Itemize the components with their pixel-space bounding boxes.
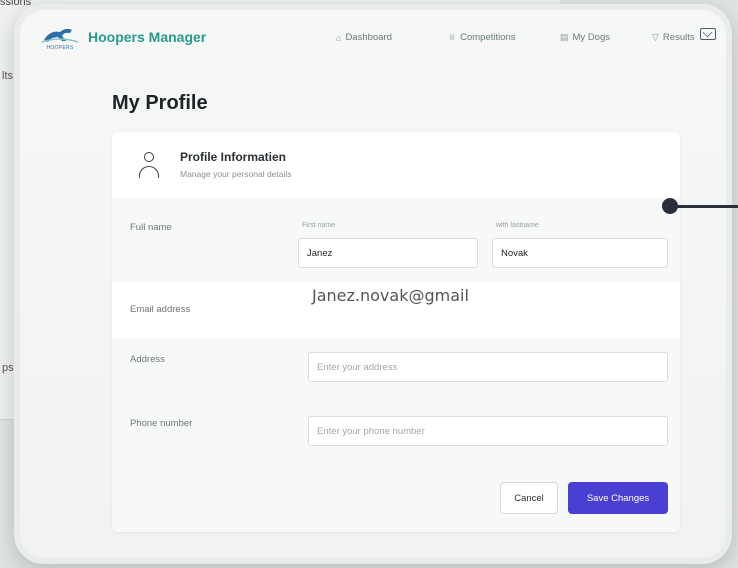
address-label: Address bbox=[130, 354, 165, 365]
phone-label: Phone number bbox=[130, 418, 193, 429]
nav-results[interactable]: ▽ Results bbox=[652, 32, 695, 43]
tablet-frame: HOOPERS Hoopers Manager ⌂ Dashboard ♕ Co… bbox=[14, 4, 732, 564]
nav-competitions-label: Competitions bbox=[460, 32, 516, 43]
top-navigation-bar: HOOPERS Hoopers Manager ⌂ Dashboard ♕ Co… bbox=[20, 10, 726, 68]
annotation-pointer-line bbox=[676, 205, 738, 208]
nav-results-label: Results bbox=[662, 32, 695, 43]
app-screen: HOOPERS Hoopers Manager ⌂ Dashboard ♕ Co… bbox=[20, 10, 726, 558]
background-title-fragment: ssions bbox=[0, 0, 32, 8]
nav-my-dogs[interactable]: ▤ My Dogs bbox=[560, 32, 610, 43]
email-label: Email address bbox=[130, 304, 191, 315]
last-name-label: with lastname bbox=[496, 222, 539, 229]
nav-dashboard-label: Dashboard bbox=[345, 32, 392, 43]
last-name-input[interactable]: Novak bbox=[492, 238, 668, 268]
save-changes-button[interactable]: Save Changes bbox=[568, 482, 668, 514]
logo-text: HOOPERS bbox=[46, 45, 74, 51]
card-header: Profile Informatien Manage your personal… bbox=[112, 132, 680, 198]
card-title: Profile Informatien bbox=[180, 150, 287, 164]
filter-icon: ▽ bbox=[652, 32, 659, 42]
hoopers-logo[interactable]: HOOPERS bbox=[38, 24, 82, 54]
full-name-row: Full name First name with lastname Janez… bbox=[112, 204, 680, 282]
dog-icon: ▤ bbox=[560, 32, 569, 42]
address-input[interactable]: Enter your address bbox=[308, 352, 668, 382]
phone-row: Phone number Enter your phone number bbox=[112, 400, 680, 466]
email-input[interactable]: Janez.novak@gmail bbox=[312, 286, 469, 305]
background-sidebar-fragment: ps bbox=[2, 362, 14, 374]
cancel-button[interactable]: Cancel bbox=[500, 482, 558, 514]
page-title: My Profile bbox=[112, 92, 208, 114]
background-sidebar-fragment: lts bbox=[2, 70, 13, 82]
dog-logo-icon bbox=[41, 28, 79, 43]
nav-dashboard[interactable]: ⌂ Dashboard bbox=[336, 32, 392, 43]
home-icon: ⌂ bbox=[336, 32, 342, 43]
nav-my-dogs-label: My Dogs bbox=[572, 32, 610, 43]
card-subtitle: Manage your personal details bbox=[180, 169, 292, 179]
full-name-label: Full name bbox=[130, 222, 172, 233]
nav-competitions[interactable]: ♕ Competitions bbox=[448, 32, 516, 43]
mail-icon[interactable] bbox=[700, 28, 716, 40]
brand-name[interactable]: Hoopers Manager bbox=[88, 29, 206, 45]
profile-card: Profile Informatien Manage your personal… bbox=[112, 132, 680, 532]
address-row: Address Enter your address bbox=[112, 338, 680, 400]
phone-input[interactable]: Enter your phone number bbox=[308, 416, 668, 446]
first-name-input[interactable]: Janez bbox=[298, 238, 478, 268]
first-name-label: First name bbox=[302, 222, 336, 229]
user-icon bbox=[138, 152, 160, 182]
trophy-icon: ♕ bbox=[448, 32, 457, 42]
